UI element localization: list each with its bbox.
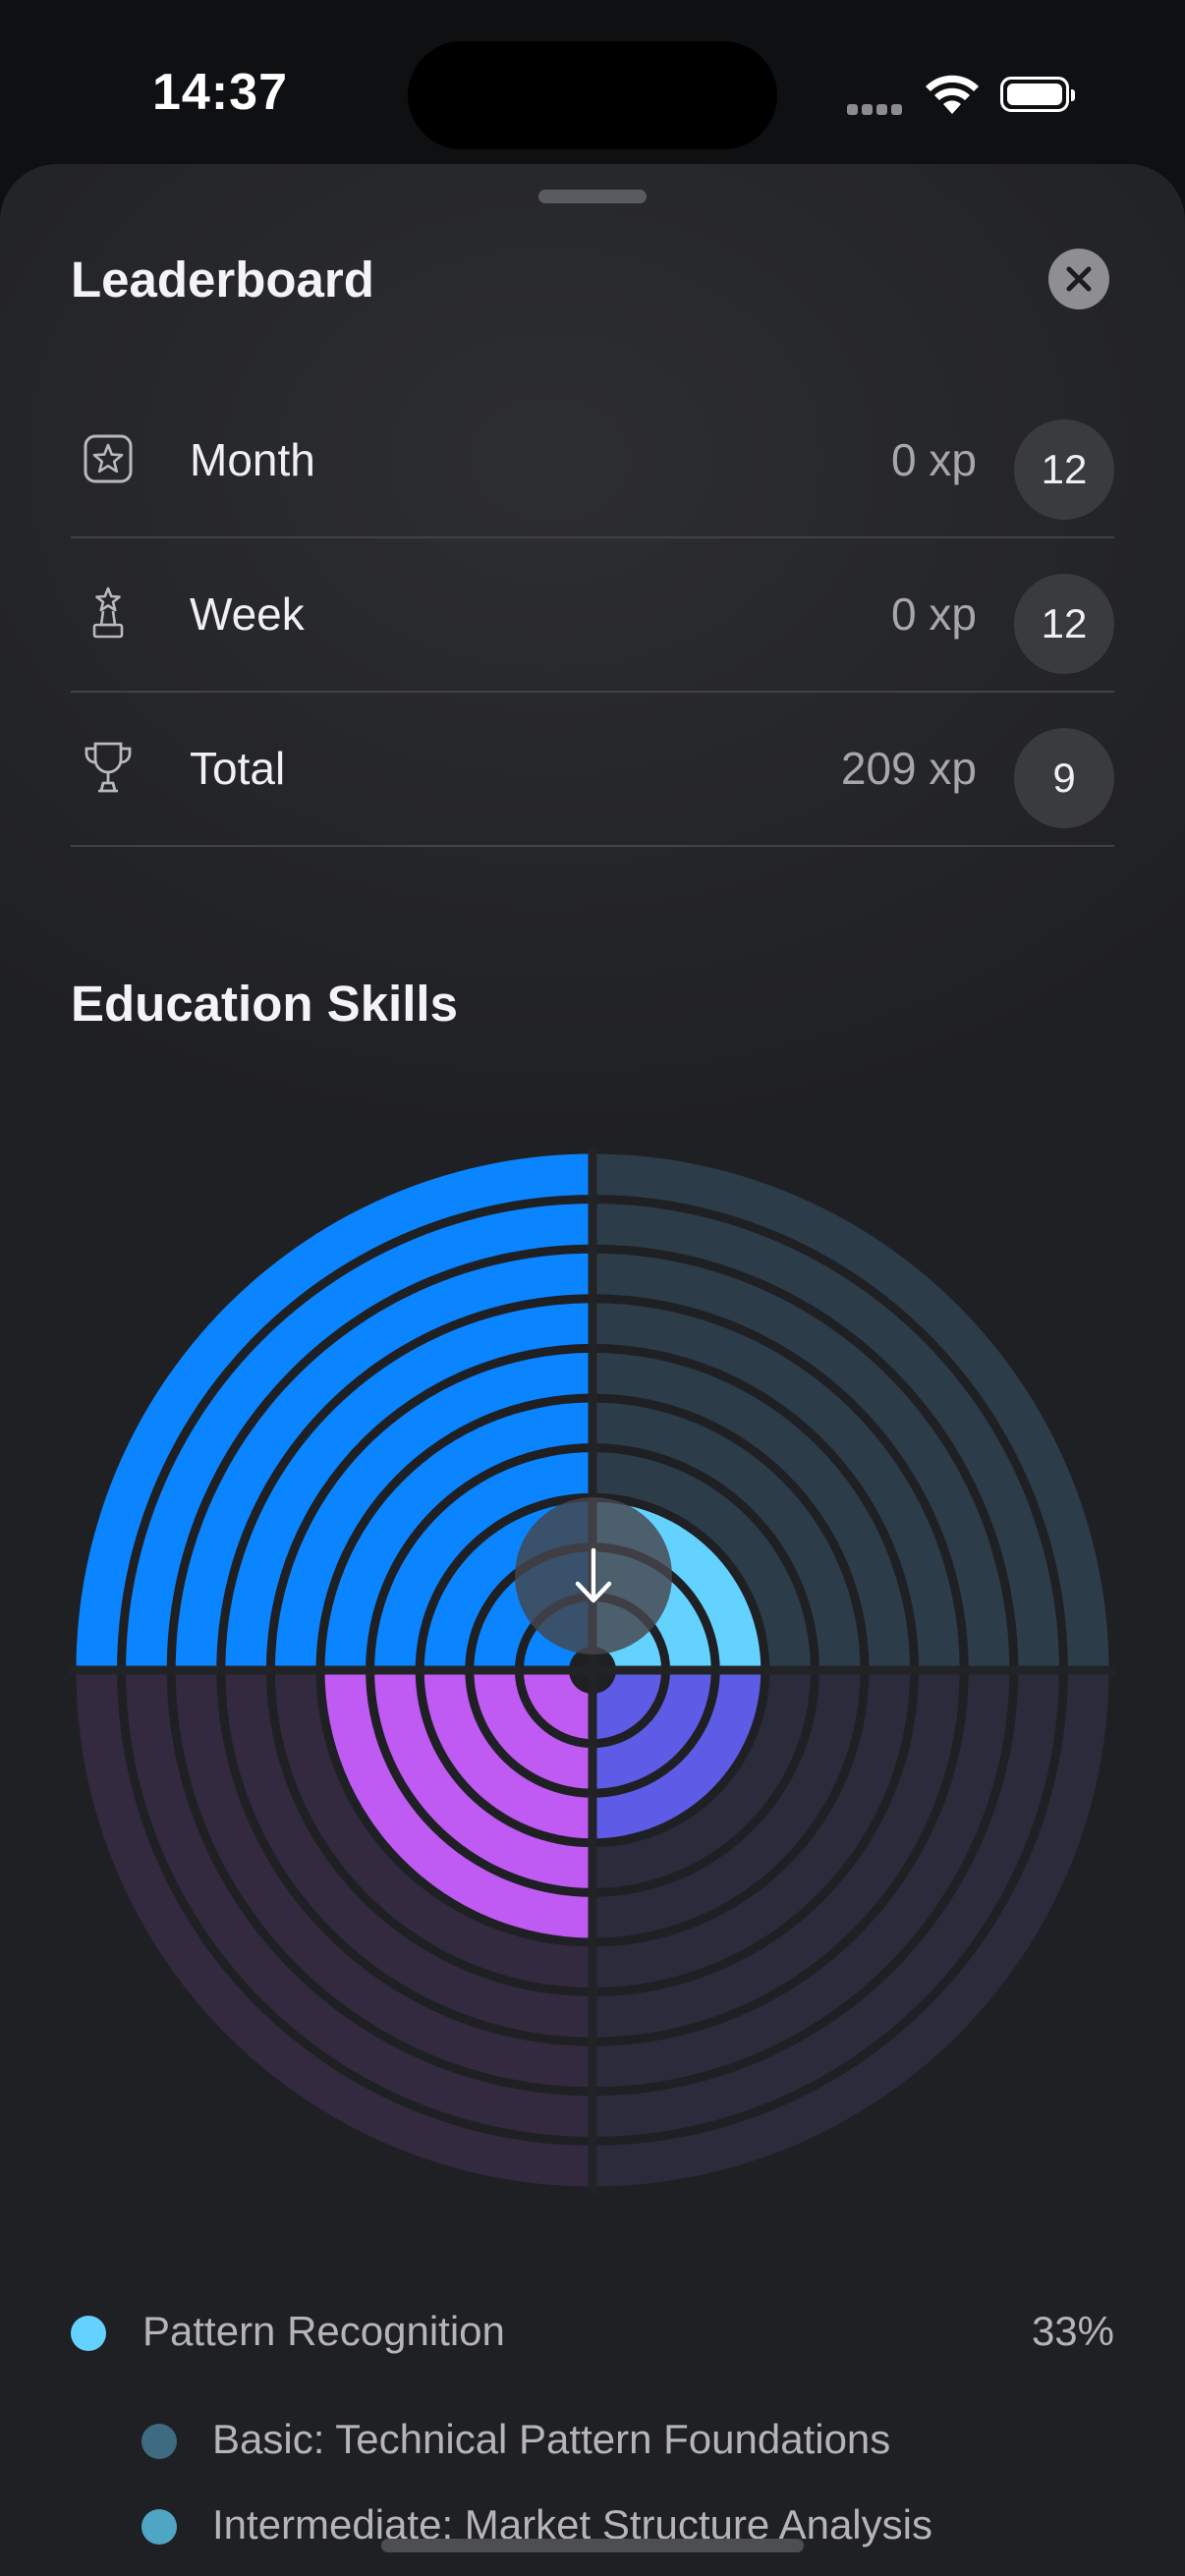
rank-badge: 9	[1014, 728, 1114, 828]
cellular-signal-icon	[847, 102, 906, 120]
leaderboard-row-month[interactable]: Month 0 xp 12	[71, 382, 1114, 538]
row-xp: 209 xp	[840, 743, 977, 794]
rank-badge: 12	[1014, 574, 1114, 674]
close-button[interactable]	[1048, 249, 1109, 309]
scroll-down-button[interactable]	[515, 1497, 672, 1654]
dynamic-island	[408, 41, 777, 149]
status-time: 14:37	[152, 64, 288, 121]
legend-dot-pattern-recognition	[71, 2316, 106, 2351]
skills-radial-chart	[69, 1147, 1116, 2194]
sheet-title: Leaderboard	[71, 252, 374, 308]
legend-category-label[interactable]: Pattern Recognition	[142, 2308, 505, 2355]
status-bar: 14:37	[0, 0, 1185, 167]
row-xp: 0 xp	[891, 434, 977, 485]
quadrant-bottom-left	[76, 1670, 593, 2187]
battery-icon	[1000, 77, 1075, 112]
row-xp: 0 xp	[891, 588, 977, 640]
rank-badge: 12	[1014, 420, 1114, 520]
legend-item-basic[interactable]: Basic: Technical Pattern Foundations	[212, 2416, 890, 2463]
close-icon	[1066, 266, 1092, 292]
home-indicator	[381, 2539, 804, 2552]
section-title: Education Skills	[71, 976, 458, 1032]
row-label: Month	[190, 434, 315, 485]
legend-dot-basic	[141, 2424, 177, 2459]
leaderboard-sheet: Leaderboard Month 0 xp 12 Week 0 xp 12 T…	[0, 164, 1185, 2576]
wifi-icon	[926, 75, 979, 114]
leaderboard-row-week[interactable]: Week 0 xp 12	[71, 536, 1114, 693]
quadrant-bottom-right	[592, 1670, 1109, 2187]
arrow-down-icon	[575, 1547, 612, 1603]
legend-category-percent: 33%	[1031, 2308, 1114, 2354]
legend-dot-intermediate	[141, 2509, 177, 2545]
quadrant-top-left	[76, 1153, 593, 1670]
vertical-separator	[588, 1147, 597, 2194]
leaderboard-row-total[interactable]: Total 209 xp 9	[71, 691, 1114, 847]
row-label: Total	[190, 743, 286, 794]
trophy-icon	[81, 740, 136, 795]
sheet-grabber[interactable]	[538, 190, 647, 203]
award-figure-icon	[81, 586, 136, 641]
row-label: Week	[190, 588, 305, 640]
star-badge-icon	[81, 431, 136, 486]
